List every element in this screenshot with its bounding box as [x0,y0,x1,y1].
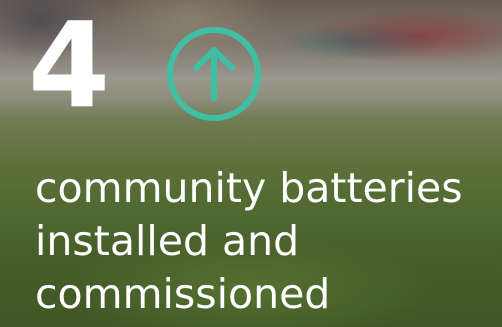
stat-number: 4 [28,0,110,134]
caption-line: installed and [35,217,300,265]
arrow-up-circle-icon [167,27,261,121]
stat-tile: 4 community batteries installed and comm… [0,0,502,327]
caption-line: community batteries [35,164,463,212]
stat-caption: community batteries installed and commis… [35,162,495,321]
caption-line: commissioned [35,270,331,318]
